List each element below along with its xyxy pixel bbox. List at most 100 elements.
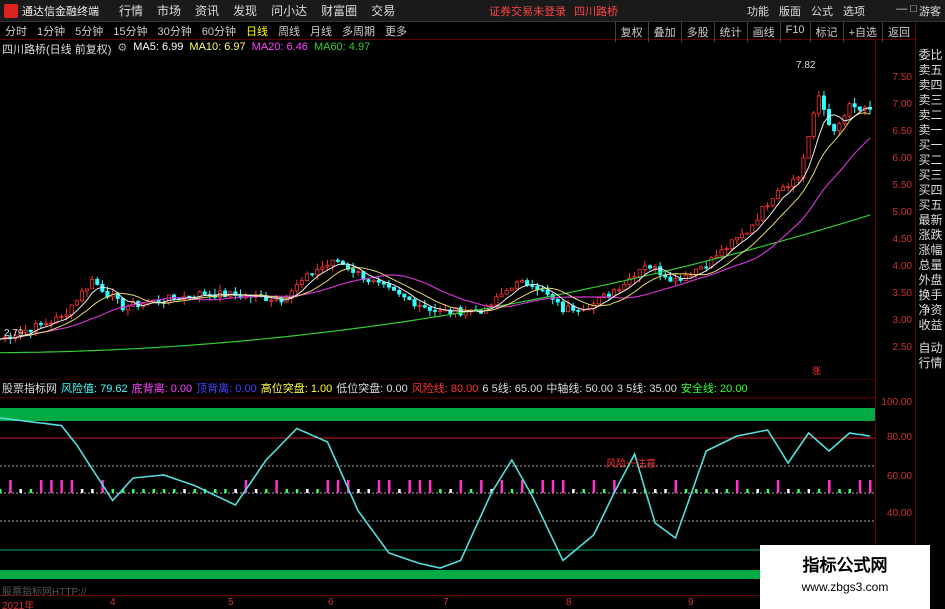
signal-bar [469,489,473,493]
signal-bar [480,480,483,493]
price-tick: 2.50 [892,342,912,353]
signal-bar [336,480,340,493]
signal-bar [654,489,657,493]
quote-field-label: 卖五 [918,63,943,77]
panel-mode-button[interactable]: 自动 [916,341,945,356]
signal-bar [162,489,166,493]
quote-field-label: 买一 [918,138,943,152]
right-quote-panel: 委比 卖五 卖四 卖三 卖二 卖一 买一 买二 买三 买四 买五 最新 涨跌 涨幅 总量 外盘 换手 净资 收益 自… [915,22,945,609]
tool-tongji[interactable]: 统计 [713,22,747,42]
candle-body [489,304,494,307]
guest-label[interactable]: 游客 [919,3,941,19]
price-tick: 4.00 [892,261,912,272]
tool-duogu[interactable]: 多股 [680,22,714,42]
period-weekly[interactable]: 周线 [273,23,305,39]
period-1min[interactable]: 1分钟 [32,23,70,39]
candle-body [79,290,84,302]
tool-fanhui[interactable]: 返回 [882,22,915,42]
period-fenshi[interactable]: 分时 [0,23,32,39]
candle-body [566,305,571,313]
signal-bar [776,480,780,493]
candle-body [407,296,412,301]
candle-body [28,329,33,333]
quote-field-label: 收益 [918,318,943,332]
tool-biaoji[interactable]: 标记 [809,22,843,42]
signal-bar [254,489,258,493]
candle-body [745,232,750,235]
candle-body [64,314,69,317]
menu-gongneng[interactable]: 功能 [747,3,769,19]
candle-body [770,198,775,207]
period-monthly[interactable]: 月线 [305,23,337,39]
candle-body [320,266,325,270]
ind-tick: 40.00 [886,508,912,519]
indicator-chart[interactable]: 风险一注意 [0,380,875,595]
quote-field-label: 卖三 [918,93,943,107]
ind-tick: 100.00 [881,397,912,408]
candle-body [545,289,550,295]
candle-body [765,205,770,208]
window-controls-icon[interactable]: — □ [896,3,917,15]
menu-wenxiaoda[interactable]: 问小达 [271,2,307,19]
price-chart[interactable]: 7.82 2.79 涨 [0,40,875,380]
signal-bar [807,489,811,493]
menu-xuanxiang[interactable]: 选项 [843,3,865,19]
candle-body [381,281,386,285]
menu-faxian[interactable]: 发现 [233,2,257,19]
menu-caifuquan[interactable]: 财富圈 [321,2,357,19]
candle-body [658,266,663,276]
signal-bar [29,489,33,493]
signal-bar [183,489,186,493]
signal-bar [838,489,841,493]
signal-bar [224,489,227,493]
candle-body [514,281,519,289]
candle-body [530,284,535,287]
candle-body [402,293,407,298]
period-5min[interactable]: 5分钟 [70,23,108,39]
signal-bar [428,480,432,493]
period-more[interactable]: 更多 [380,23,412,39]
signal-bar [408,480,411,493]
period-15min[interactable]: 15分钟 [108,23,152,39]
signal-bar [766,489,770,493]
bottom-watermark-text: 股票指标网HTTP:// [2,587,87,598]
ma60-line [0,214,871,354]
signal-bar [623,489,626,493]
period-multi[interactable]: 多周期 [337,23,380,39]
quote-field-label: 买四 [918,183,943,197]
site-watermark: 指标公式网 www.zbgs3.com [760,545,930,609]
candle-body [525,280,530,286]
login-notice[interactable]: 证券交易未登录 [489,3,566,19]
quote-field-label: 卖二 [918,108,943,122]
candle-body [622,283,627,291]
signal-bar [725,489,729,493]
period-toolbar: 分时 1分钟 5分钟 15分钟 30分钟 60分钟 日线 周线 月线 多周期 更… [0,22,915,42]
signal-bar [418,480,422,493]
candle-body [38,323,43,325]
tool-huaxian[interactable]: 画线 [746,22,780,42]
period-daily[interactable]: 日线 [241,23,273,39]
panel-mode-button[interactable]: 行情 [916,356,945,371]
tool-zixuan[interactable]: +自选 [842,22,882,42]
tool-fuquan[interactable]: 复权 [614,22,648,42]
menu-gongshi[interactable]: 公式 [811,3,833,19]
candle-body [786,186,791,188]
date-tick: 6 [328,597,334,608]
menu-shichang[interactable]: 市场 [157,2,181,19]
signal-bar [531,489,534,493]
candle-body [596,297,601,305]
candle-body [576,309,581,312]
candle-body [412,299,417,307]
menu-jiaoyi[interactable]: 交易 [371,2,395,19]
signal-bar [633,489,637,493]
menu-hangqing[interactable]: 行情 [119,2,143,19]
tool-diejia[interactable]: 叠加 [647,22,681,42]
candle-body [775,190,780,200]
period-30min[interactable]: 30分钟 [153,23,197,39]
menu-zixun[interactable]: 资讯 [195,2,219,19]
period-60min[interactable]: 60分钟 [197,23,241,39]
candle-body [299,280,304,285]
stock-name-link[interactable]: 四川路桥 [574,3,618,19]
menu-banmian[interactable]: 版面 [779,3,801,19]
tool-f10[interactable]: F10 [779,22,810,42]
